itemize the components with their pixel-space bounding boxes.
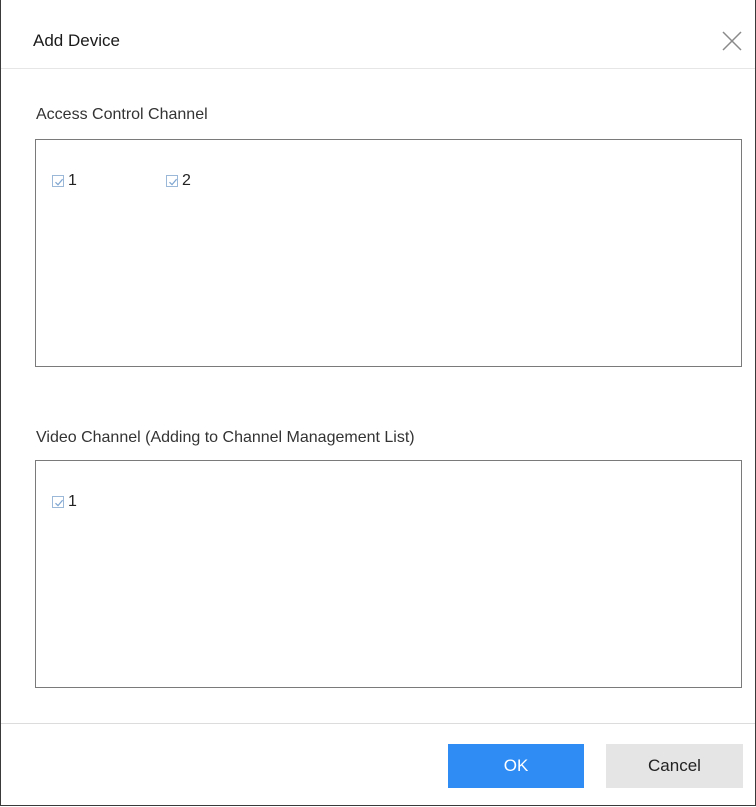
access-channel-2-checkbox[interactable]: 2 — [166, 172, 191, 190]
cancel-button[interactable]: Cancel — [606, 744, 743, 788]
dialog-title: Add Device — [33, 31, 120, 50]
checkbox-checked-icon — [166, 175, 178, 187]
access-control-channel-label: Access Control Channel — [36, 106, 208, 123]
checkbox-checked-icon — [52, 175, 64, 187]
video-channel-label: Video Channel (Adding to Channel Managem… — [36, 429, 415, 446]
video-channel-1-label: 1 — [68, 493, 77, 510]
checkbox-checked-icon — [52, 496, 64, 508]
close-button[interactable] — [717, 26, 747, 56]
access-channel-1-label: 1 — [68, 172, 77, 189]
video-channel-box: 1 — [35, 460, 742, 688]
dialog-footer: OK Cancel — [1, 723, 755, 806]
access-control-channel-box: 1 2 — [35, 139, 742, 367]
ok-button[interactable]: OK — [448, 744, 584, 788]
video-channel-1-checkbox[interactable]: 1 — [52, 493, 77, 511]
access-channel-2-label: 2 — [182, 172, 191, 189]
access-channel-1-checkbox[interactable]: 1 — [52, 172, 77, 190]
add-device-dialog: Add Device Access Control Channel 1 2 Vi… — [0, 0, 756, 806]
close-icon — [722, 31, 742, 51]
dialog-header: Add Device — [1, 6, 755, 69]
